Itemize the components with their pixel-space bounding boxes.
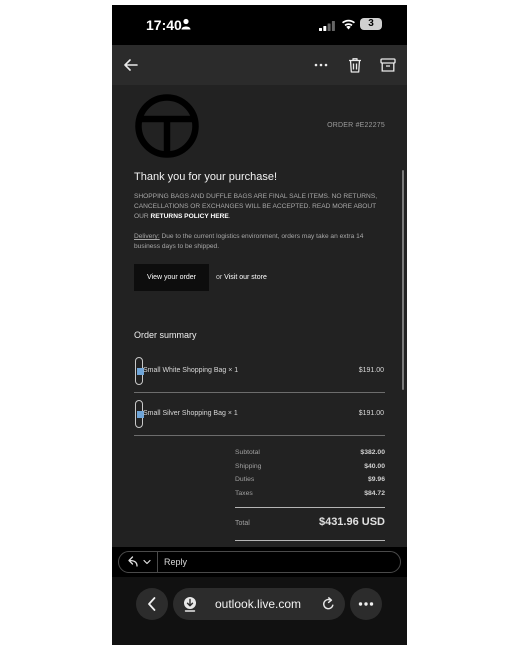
reply-bar: Reply — [112, 547, 407, 577]
person-icon — [181, 18, 191, 30]
taxes-label: Taxes — [235, 490, 253, 497]
url-text: outlook.live.com — [215, 597, 302, 611]
ellipsis-icon — [358, 602, 374, 606]
browser-bar: outlook.live.com — [112, 577, 407, 645]
total-divider — [235, 540, 385, 541]
scrollbar[interactable] — [402, 170, 404, 390]
status-bar: 17:40 3 — [112, 5, 407, 45]
shipping-value: $40.00 — [364, 463, 385, 470]
order-item: Small White Shopping Bag × 1 $191.00 — [134, 351, 385, 393]
reply-box[interactable]: Reply — [118, 551, 401, 573]
chevron-left-icon — [148, 597, 156, 611]
item-price: $191.00 — [358, 367, 384, 374]
reply-arrow-icon[interactable] — [125, 555, 157, 569]
reply-button[interactable]: Reply — [164, 557, 187, 567]
thanks-heading: Thank you for your purchase! — [134, 171, 278, 183]
taxes-row: Taxes $84.72 — [235, 490, 385, 502]
item-thumbnail — [135, 400, 144, 428]
arrow-left-icon[interactable] — [122, 56, 140, 74]
archive-icon[interactable] — [379, 56, 397, 74]
subtotal-label: Subtotal — [235, 449, 260, 456]
item-name: Small Silver Shopping Bag × 1 — [143, 410, 238, 417]
policy-end: . — [228, 213, 231, 220]
visit-store-link[interactable]: Visit our store — [224, 274, 267, 281]
order-item: Small Silver Shopping Bag × 1 $191.00 — [134, 394, 385, 436]
status-time: 17:40 — [146, 17, 182, 33]
total-value: $431.96 USD — [318, 516, 385, 528]
signal-icon — [319, 21, 335, 31]
trash-icon[interactable] — [346, 56, 364, 74]
shipping-row: Shipping $40.00 — [235, 463, 385, 475]
browser-more-button[interactable] — [350, 588, 382, 620]
view-order-button[interactable]: View your order — [134, 264, 209, 291]
duties-label: Duties — [235, 476, 255, 483]
summary-divider — [235, 507, 385, 508]
duties-value: $9.96 — [367, 476, 385, 483]
address-bar[interactable]: outlook.live.com — [173, 588, 345, 620]
subtotal-row: Subtotal $382.00 — [235, 449, 385, 461]
battery-indicator: 3 — [360, 18, 382, 30]
ellipsis-icon[interactable] — [312, 56, 330, 74]
visit-store-line: or Visit our store — [216, 274, 267, 281]
reload-icon[interactable] — [322, 597, 335, 611]
shipping-label: Shipping — [235, 463, 262, 470]
reply-separator — [157, 552, 158, 572]
wifi-icon — [342, 19, 355, 30]
total-label: Total — [235, 520, 250, 527]
returns-policy-link[interactable]: RETURNS POLICY HERE — [150, 213, 228, 220]
order-number: ORDER #E22275 — [327, 122, 385, 129]
taxes-value: $84.72 — [364, 490, 385, 497]
item-price: $191.00 — [358, 410, 384, 417]
item-thumbnail — [135, 357, 144, 385]
browser-back-button[interactable] — [136, 588, 168, 620]
delivery-notice: Delivery: Due to the current logistics e… — [134, 232, 384, 252]
policy-notice: SHOPPING BAGS AND DUFFLE BAGS ARE FINAL … — [134, 192, 384, 222]
phone-screen: 17:40 3 ORDER #E22275 Thank you for your… — [112, 5, 407, 645]
mail-toolbar — [112, 45, 407, 85]
order-summary-heading: Order summary — [134, 330, 197, 340]
total-row: Total $431.96 USD — [235, 516, 385, 532]
delivery-body-text: Due to the current logistics environment… — [134, 233, 364, 250]
delivery-label: Delivery: — [134, 233, 160, 240]
subtotal-value: $382.00 — [360, 449, 385, 456]
item-name: Small White Shopping Bag × 1 — [143, 367, 239, 374]
or-text: or — [216, 274, 225, 281]
download-icon[interactable] — [183, 596, 197, 612]
email-body: ORDER #E22275 Thank you for your purchas… — [112, 85, 407, 547]
duties-row: Duties $9.96 — [235, 476, 385, 488]
telfar-logo-icon — [135, 94, 199, 158]
